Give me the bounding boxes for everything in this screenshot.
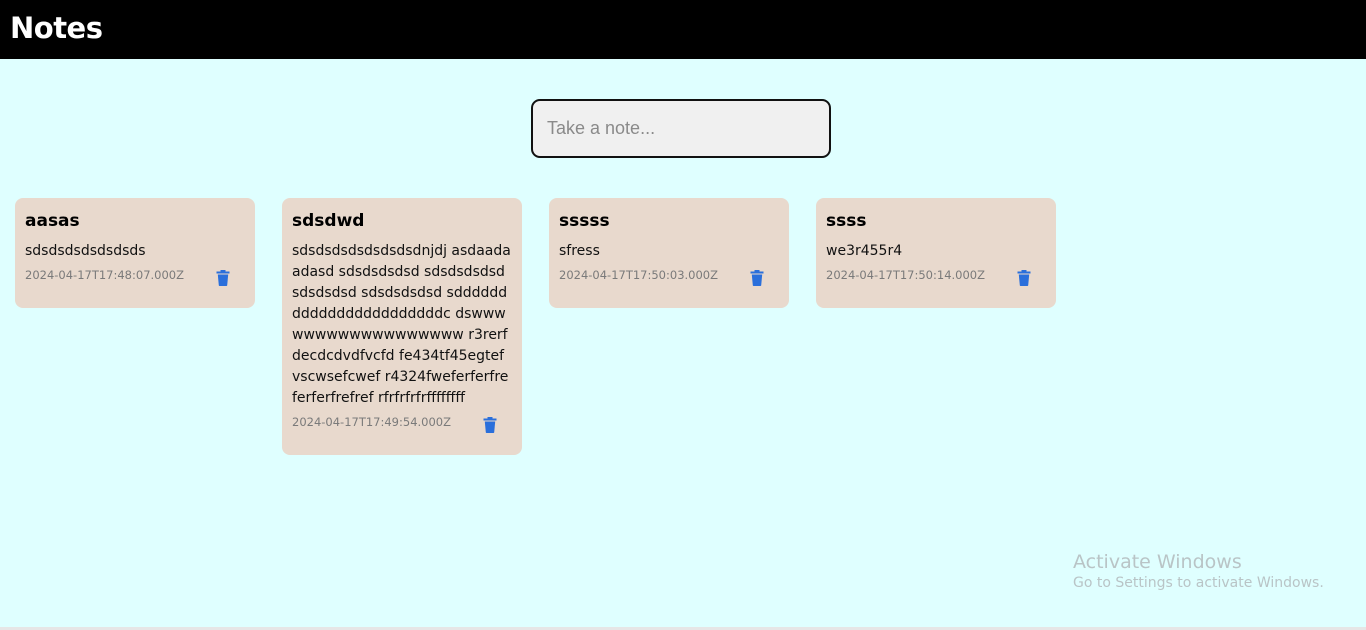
note-card: aasas sdsdsdsdsdsdsds 2024-04-17T17:48:0…	[15, 198, 255, 308]
watermark-subtitle: Go to Settings to activate Windows.	[1073, 575, 1324, 591]
note-title: sssss	[559, 211, 610, 231]
note-card: sdsdwd sdsdsdsdsdsdsdsdnjdj asdaadaadasd…	[282, 198, 522, 455]
note-date: 2024-04-17T17:50:14.000Z	[826, 268, 985, 282]
delete-note-button[interactable]	[216, 270, 230, 286]
note-date: 2024-04-17T17:50:03.000Z	[559, 268, 718, 282]
note-footer: 2024-04-17T17:49:54.000Z	[292, 413, 512, 445]
note-footer: 2024-04-17T17:48:07.000Z	[25, 266, 245, 298]
trash-icon[interactable]	[1017, 270, 1031, 286]
note-body: sdsdsdsdsdsdsds	[25, 243, 146, 259]
note-title: aasas	[25, 211, 80, 231]
app-header: Notes	[0, 0, 1366, 59]
note-card: ssss we3r455r4 2024-04-17T17:50:14.000Z	[816, 198, 1056, 308]
trash-icon[interactable]	[216, 270, 230, 286]
watermark-title: Activate Windows	[1073, 551, 1242, 573]
note-body: we3r455r4	[826, 243, 903, 259]
delete-note-button[interactable]	[1017, 270, 1031, 286]
note-title: ssss	[826, 211, 867, 231]
activate-windows-watermark: Activate Windows Go to Settings to activ…	[1073, 550, 1324, 593]
delete-note-button[interactable]	[750, 270, 764, 286]
note-body: sfress	[559, 243, 600, 259]
trash-icon[interactable]	[483, 417, 497, 433]
take-note-input[interactable]	[531, 99, 831, 158]
note-date: 2024-04-17T17:49:54.000Z	[292, 415, 451, 429]
trash-icon[interactable]	[750, 270, 764, 286]
note-title: sdsdwd	[292, 211, 365, 231]
note-body: sdsdsdsdsdsdsdsdnjdj asdaadaadasd sdsdsd…	[292, 243, 511, 406]
note-date: 2024-04-17T17:48:07.000Z	[25, 268, 184, 282]
note-card: sssss sfress 2024-04-17T17:50:03.000Z	[549, 198, 789, 308]
app-title: Notes	[10, 11, 103, 45]
note-footer: 2024-04-17T17:50:03.000Z	[559, 266, 779, 298]
delete-note-button[interactable]	[483, 417, 497, 433]
note-footer: 2024-04-17T17:50:14.000Z	[826, 266, 1046, 298]
